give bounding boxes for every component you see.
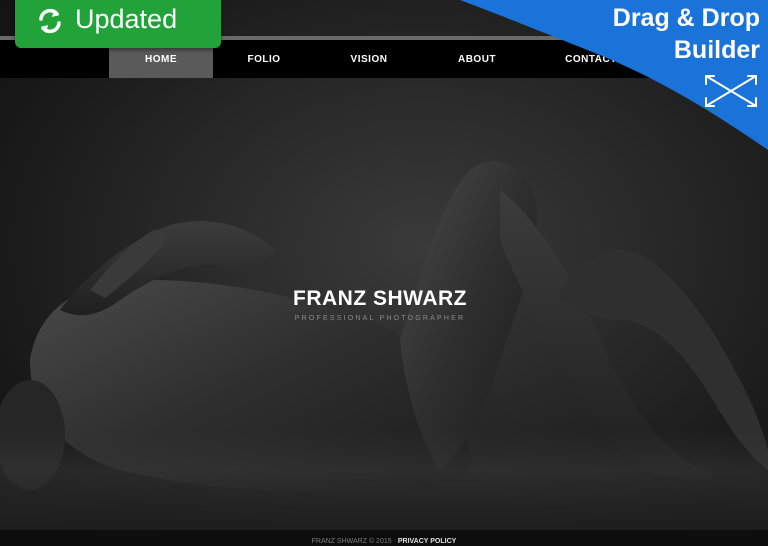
hero-subtitle: PROFESSIONAL PHOTOGRAPHER <box>294 315 466 322</box>
floor-shadow <box>0 430 768 530</box>
privacy-policy-link[interactable]: PRIVACY POLICY <box>398 538 456 545</box>
builder-line1: Drag & Drop <box>612 4 760 32</box>
hero-title: FRANZ SHWARZ <box>293 287 467 310</box>
updated-badge: Updated <box>15 0 221 48</box>
updated-label: Updated <box>75 4 178 34</box>
footer-text: FRANZ SHWARZ © 2015 · PRIVACY POLICY <box>0 538 768 545</box>
builder-line2: Builder <box>673 36 760 64</box>
move-arrows-icon <box>705 75 757 107</box>
footer-copyright: FRANZ SHWARZ © 2015 · <box>311 538 398 545</box>
nav-vision[interactable]: VISION <box>326 40 412 78</box>
nav-folio[interactable]: FOLIO <box>222 40 306 78</box>
refresh-icon <box>39 8 61 34</box>
